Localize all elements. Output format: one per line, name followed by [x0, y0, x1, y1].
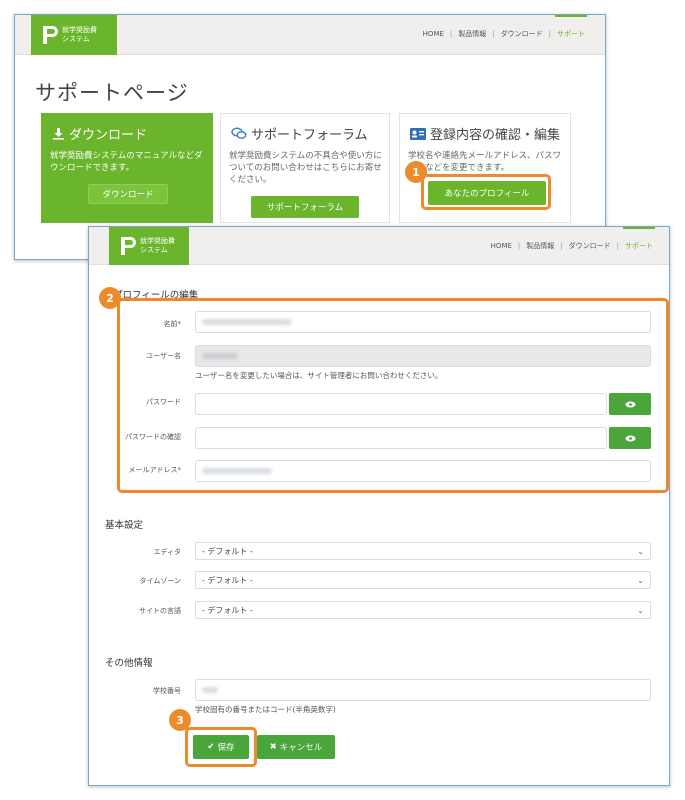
basic-settings-title: 基本設定: [105, 520, 144, 531]
chevron-down-icon: ⌄: [637, 605, 644, 615]
editor-select-value: - デフォルト -: [202, 546, 253, 556]
support-page-window: 就学奨励費 システム HOME | 製品情報 | ダウンロード | サポート サ…: [14, 14, 606, 260]
cancel-button[interactable]: ✖ キャンセル: [257, 735, 335, 759]
timezone-label: タイムゾーン: [139, 577, 181, 585]
x-icon: ✖: [269, 742, 277, 752]
support-forum-button[interactable]: サポートフォーラム: [251, 196, 359, 218]
school-number-input[interactable]: [195, 679, 651, 701]
logo-text-line2: システム: [62, 35, 90, 43]
site-logo[interactable]: 就学奨励費 システム: [109, 227, 189, 265]
site-logo[interactable]: 就学奨励費 システム: [31, 15, 117, 55]
callout-highlight-save-button: [185, 727, 257, 767]
chevron-down-icon: ⌄: [637, 546, 644, 556]
callout-badge-1: 1: [405, 161, 427, 183]
top-nav: HOME | 製品情報 | ダウンロード | サポート: [417, 15, 591, 39]
chat-bubbles-icon: [231, 127, 247, 139]
editor-label: エディタ: [153, 548, 181, 556]
timezone-select[interactable]: - デフォルト - ⌄: [195, 571, 651, 589]
editor-select[interactable]: - デフォルト - ⌄: [195, 542, 651, 560]
callout-highlight-profile-button: [421, 174, 551, 210]
nav-download[interactable]: ダウンロード: [563, 241, 617, 251]
profile-edit-window: 就学奨励費 システム HOME | 製品情報 | ダウンロード | サポート プ…: [88, 226, 670, 786]
header-bar: 就学奨励費 システム HOME | 製品情報 | ダウンロード | サポート: [89, 227, 669, 265]
school-number-label: 学校番号: [153, 687, 181, 695]
nav-products[interactable]: 製品情報: [452, 29, 492, 39]
site-language-select[interactable]: - デフォルト - ⌄: [195, 601, 651, 619]
callout-highlight-profile-fields: [117, 298, 669, 493]
forum-card: サポートフォーラム 就学奨励費システムの不具合や使い方についてのお問い合わせはこ…: [220, 113, 390, 223]
nav-home[interactable]: HOME: [485, 242, 518, 250]
callout-badge-2: 2: [99, 287, 121, 309]
school-number-help-text: 学校固有の番号またはコード(半角英数字): [195, 705, 336, 714]
logo-text-line1: 就学奨励費: [140, 237, 175, 245]
header-bar: 就学奨励費 システム HOME | 製品情報 | ダウンロード | サポート: [15, 15, 605, 55]
logo-mark-icon: [121, 237, 136, 255]
page-title: サポートページ: [35, 81, 189, 105]
nav-home[interactable]: HOME: [417, 30, 450, 38]
download-card-desc: 就学奨励費システムのマニュアルなどダウンロードできます。: [50, 151, 203, 173]
other-info-title: その他情報: [105, 658, 153, 669]
forum-card-desc: 就学奨励費システムの不具合や使い方についてのお問い合わせはこちらにお寄せください…: [229, 151, 382, 185]
site-language-select-value: - デフォルト -: [202, 605, 253, 615]
top-nav: HOME | 製品情報 | ダウンロード | サポート: [485, 227, 659, 251]
nav-products[interactable]: 製品情報: [520, 241, 560, 251]
callout-badge-3: 3: [169, 709, 191, 731]
chevron-down-icon: ⌄: [637, 575, 644, 585]
nav-download[interactable]: ダウンロード: [495, 29, 549, 39]
profile-card-desc: 学校名や連絡先メールアドレス、パスワードなどを変更できます。: [408, 151, 562, 173]
download-card-title: ダウンロード: [69, 128, 148, 143]
cancel-button-label: キャンセル: [279, 743, 323, 753]
profile-card-title: 登録内容の確認・編集: [430, 128, 561, 143]
download-card: ダウンロード 就学奨励費システムのマニュアルなどダウンロードできます。 ダウンロ…: [41, 113, 213, 223]
site-language-label: サイトの言語: [139, 607, 181, 615]
download-icon: [53, 128, 64, 140]
logo-mark-icon: [43, 26, 58, 44]
nav-support[interactable]: サポート: [551, 15, 591, 39]
id-card-icon: [410, 127, 426, 140]
forum-card-title: サポートフォーラム: [251, 128, 368, 143]
logo-text-line2: システム: [140, 246, 168, 254]
timezone-select-value: - デフォルト -: [202, 575, 253, 585]
nav-support[interactable]: サポート: [619, 227, 659, 251]
logo-text-line1: 就学奨励費: [62, 26, 97, 34]
download-button[interactable]: ダウンロード: [88, 184, 168, 204]
